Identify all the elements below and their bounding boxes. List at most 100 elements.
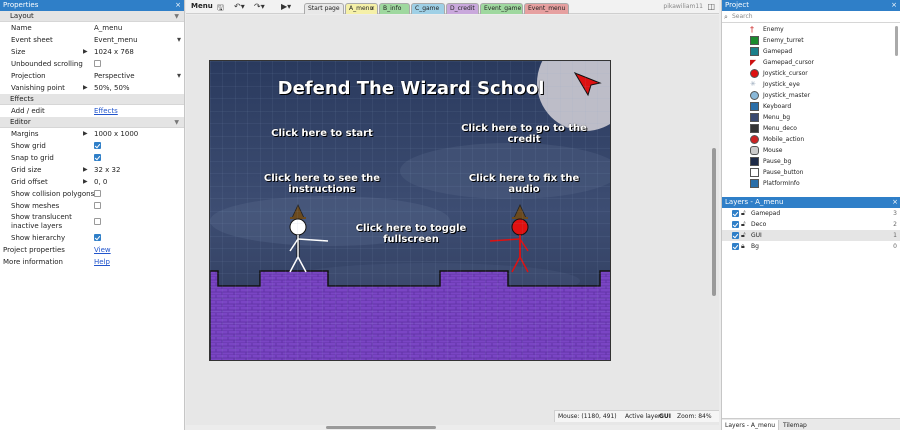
prop-show-hierarchy[interactable]: Show hierarchy: [0, 232, 184, 244]
show-hierarchy-checkbox[interactable]: [94, 234, 101, 241]
tab-a-menu[interactable]: A_menu ×: [345, 3, 378, 14]
prop-show-grid[interactable]: Show grid: [0, 140, 184, 152]
prop-more-information[interactable]: More information Help: [0, 256, 184, 268]
expand-arrow-icon[interactable]: ▶: [83, 176, 88, 188]
expand-arrow-icon[interactable]: ▶: [83, 82, 88, 94]
object-item[interactable]: Mouse: [722, 145, 900, 156]
vertical-scrollbar[interactable]: [712, 148, 716, 296]
undo-icon[interactable]: ↶▾: [234, 2, 245, 11]
object-item[interactable]: † Enemy: [722, 24, 900, 35]
prop-collision-polygons[interactable]: Show collision polygons: [0, 188, 184, 200]
collision-polygons-checkbox[interactable]: [94, 190, 101, 197]
play-icon[interactable]: ▶▾: [281, 2, 291, 11]
object-item[interactable]: Joystick_cursor: [722, 68, 900, 79]
event-sheet-select[interactable]: Event_menu: [94, 34, 182, 46]
layer-row-deco[interactable]: 🔓︎ Deco 2: [722, 219, 900, 230]
prop-vanishing-value[interactable]: 50%, 50%: [94, 82, 182, 94]
prop-snap-to-grid[interactable]: Snap to grid: [0, 152, 184, 164]
help-link[interactable]: Help: [94, 256, 182, 268]
project-search-input[interactable]: ⌕ Search: [722, 11, 900, 23]
prop-grid-size-value[interactable]: 32 x 32: [94, 164, 182, 176]
tab-event-menu[interactable]: Event_menu: [524, 3, 569, 14]
prop-add-edit-effects[interactable]: Add / edit Effects: [0, 105, 184, 117]
expand-arrow-icon[interactable]: ▶: [83, 46, 88, 58]
lock-icon[interactable]: 🔒︎: [741, 241, 745, 252]
object-item[interactable]: Pause_bg: [722, 156, 900, 167]
joystick-cursor-icon: [750, 69, 759, 78]
menu-button[interactable]: Menu: [191, 2, 213, 10]
tab-d-credit[interactable]: D_credit: [446, 3, 479, 14]
tab-tilemap[interactable]: Tilemap: [780, 420, 810, 430]
lock-icon[interactable]: 🔓︎: [741, 230, 746, 241]
prop-project-properties[interactable]: Project properties View: [0, 244, 184, 256]
section-editor[interactable]: Editor ▼: [0, 117, 184, 128]
prop-projection[interactable]: Projection Perspective: [0, 70, 184, 82]
prop-size-value[interactable]: 1024 x 768: [94, 46, 182, 58]
section-effects[interactable]: Effects: [0, 94, 184, 105]
prop-unbounded-scrolling[interactable]: Unbounded scrolling: [0, 58, 184, 70]
object-item[interactable]: PlatformInfo: [722, 178, 900, 189]
prop-translucent-layers[interactable]: Show translucent inactive layers: [0, 212, 184, 232]
option-credit-line2: credit: [507, 134, 541, 145]
collapse-icon[interactable]: ▼: [174, 117, 179, 128]
translucent-layers-checkbox[interactable]: [94, 218, 101, 225]
prop-margins[interactable]: Margins ▶ 1000 x 1000: [0, 128, 184, 140]
prop-grid-offset[interactable]: Grid offset ▶ 0, 0: [0, 176, 184, 188]
expand-arrow-icon[interactable]: ▶: [83, 128, 88, 140]
object-item[interactable]: Joystick_master: [722, 90, 900, 101]
horizontal-scrollbar[interactable]: [326, 426, 436, 429]
notification-icon[interactable]: ◫: [707, 2, 715, 11]
tab-start-page[interactable]: Start page: [304, 3, 344, 14]
tab-layers[interactable]: Layers - A_menu: [722, 420, 780, 430]
layer-visible-checkbox[interactable]: [732, 210, 739, 217]
layer-visible-checkbox[interactable]: [732, 243, 739, 250]
collapse-icon[interactable]: ▼: [174, 11, 179, 22]
layer-row-bg[interactable]: 🔒︎ Bg 0: [722, 241, 900, 252]
view-link[interactable]: View: [94, 244, 182, 256]
properties-close-icon[interactable]: ×: [175, 0, 181, 11]
show-meshes-checkbox[interactable]: [94, 202, 101, 209]
object-item[interactable]: Menu_deco: [722, 123, 900, 134]
unbounded-scrolling-checkbox[interactable]: [94, 60, 101, 67]
tab-c-game[interactable]: C_game: [411, 3, 445, 14]
layers-close-icon[interactable]: ×: [892, 197, 898, 208]
prop-name[interactable]: Name A_menu: [0, 22, 184, 34]
expand-arrow-icon[interactable]: ▶: [83, 164, 88, 176]
user-name[interactable]: pikawiliam11: [663, 3, 703, 10]
layer-visible-checkbox[interactable]: [732, 221, 739, 228]
project-scrollbar[interactable]: [895, 26, 898, 56]
object-item[interactable]: Pause_button: [722, 167, 900, 178]
tab-event-game[interactable]: Event_game: [480, 3, 523, 14]
prop-grid-offset-value[interactable]: 0, 0: [94, 176, 182, 188]
prop-show-meshes[interactable]: Show meshes: [0, 200, 184, 212]
layer-row-gamepad[interactable]: 🔓︎ Gamepad 3: [722, 208, 900, 219]
tab-b-info[interactable]: B_info: [379, 3, 410, 14]
prop-margins-value[interactable]: 1000 x 1000: [94, 128, 182, 140]
object-item[interactable]: Enemy_turret: [722, 35, 900, 46]
prop-vanishing-point[interactable]: Vanishing point ▶ 50%, 50%: [0, 82, 184, 94]
effects-link[interactable]: Effects: [94, 105, 182, 117]
object-item[interactable]: ✳ Joystick_eye: [722, 79, 900, 90]
save-icon[interactable]: 🖫: [217, 2, 224, 16]
layer-visible-checkbox[interactable]: [732, 232, 739, 239]
lock-icon[interactable]: 🔓︎: [741, 219, 746, 230]
lock-icon[interactable]: 🔓︎: [741, 208, 746, 219]
layer-row-gui[interactable]: 🔓︎ GUI 1: [722, 230, 900, 241]
object-item[interactable]: ◤ Gamepad_cursor: [722, 57, 900, 68]
object-item[interactable]: Keyboard: [722, 101, 900, 112]
section-layout[interactable]: Layout ▼: [0, 11, 184, 22]
object-item[interactable]: Mobile_action: [722, 134, 900, 145]
redo-icon[interactable]: ↷▾: [254, 2, 265, 11]
prop-name-value[interactable]: A_menu: [94, 22, 182, 34]
object-item[interactable]: Menu_bg: [722, 112, 900, 123]
projection-select[interactable]: Perspective: [94, 70, 182, 82]
close-icon[interactable]: ×: [370, 4, 375, 14]
prop-size[interactable]: Size ▶ 1024 x 768: [0, 46, 184, 58]
object-item[interactable]: Gamepad: [722, 46, 900, 57]
prop-grid-size[interactable]: Grid size ▶ 32 x 32: [0, 164, 184, 176]
prop-event-sheet[interactable]: Event sheet Event_menu: [0, 34, 184, 46]
layout-scene[interactable]: Defend The Wizard School Click here to s…: [209, 60, 611, 361]
show-grid-checkbox[interactable]: [94, 142, 101, 149]
snap-to-grid-checkbox[interactable]: [94, 154, 101, 161]
project-close-icon[interactable]: ×: [891, 0, 897, 11]
